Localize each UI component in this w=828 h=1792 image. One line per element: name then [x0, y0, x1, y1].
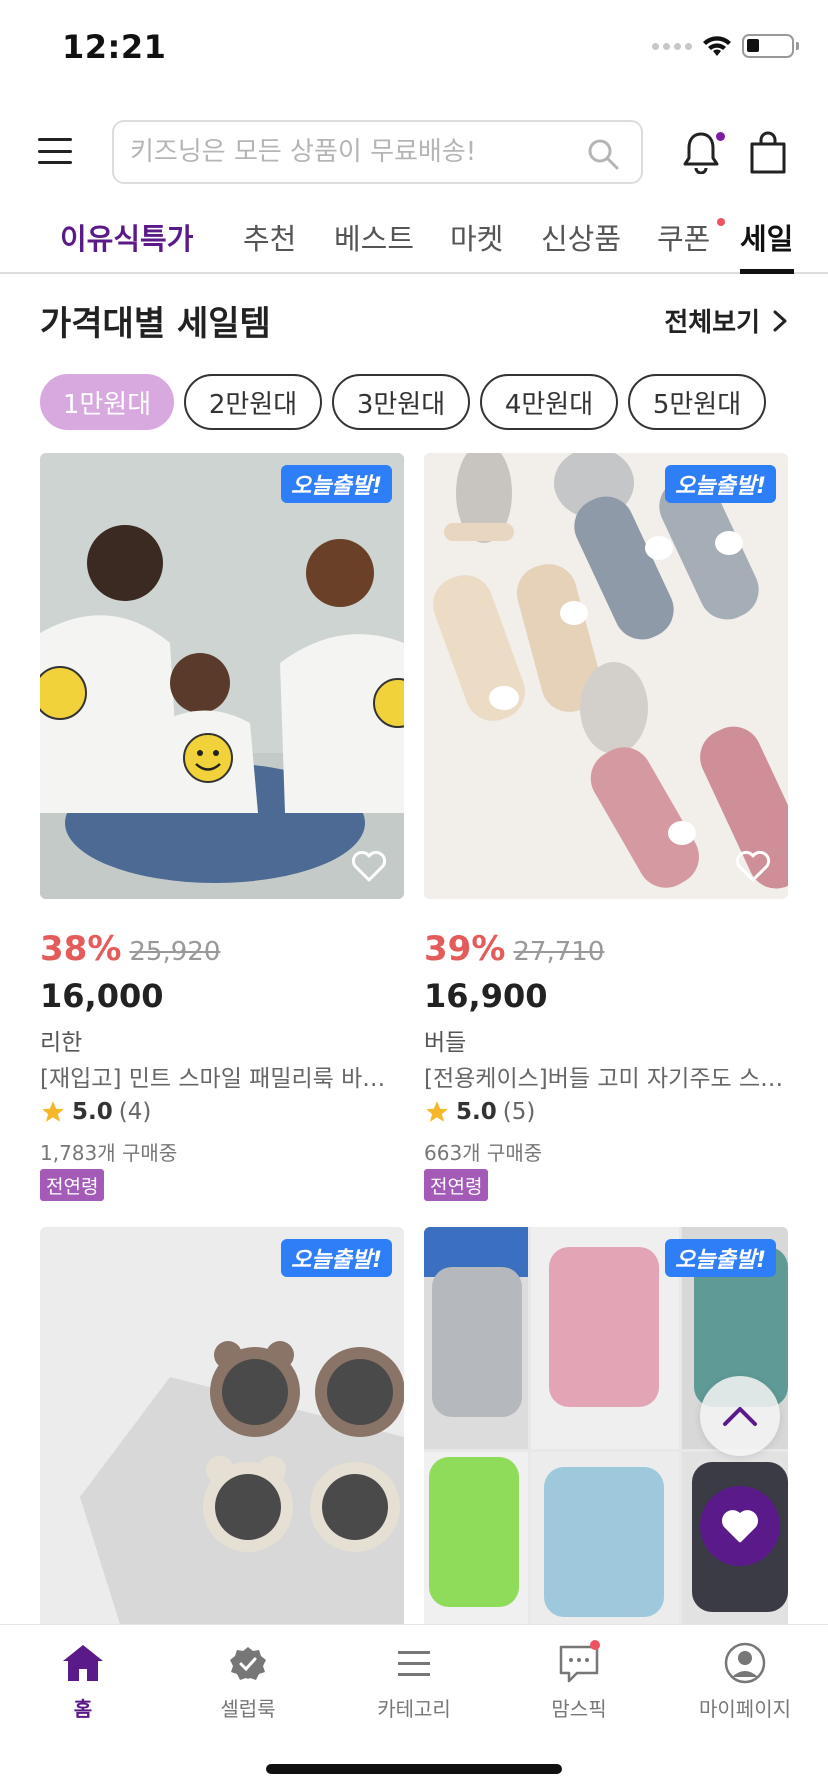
status-icons: [652, 34, 799, 58]
section-title: 가격대별 세일템: [40, 304, 271, 344]
nav-home[interactable]: 홈: [13, 1639, 153, 1722]
tab-coupon[interactable]: 쿠폰: [657, 216, 710, 258]
shopping-bag-icon[interactable]: [748, 130, 788, 174]
nav-my-page[interactable]: 마이페이지: [675, 1639, 815, 1722]
notification-dot: [716, 132, 725, 141]
home-indicator: [266, 1764, 562, 1774]
nav-label: 맘스픽: [551, 1697, 607, 1721]
rating-row: 5.0 (4): [40, 1099, 151, 1125]
baby-spoon-fork-photo: [424, 453, 788, 899]
nav-label: 카테고리: [377, 1697, 451, 1721]
scroll-to-top-button[interactable]: [700, 1376, 780, 1456]
product-name[interactable]: [전용케이스]버들 고미 자기주도 스푼 …: [424, 1059, 788, 1093]
discount-rate: 39%: [424, 929, 506, 969]
star-icon: [42, 1101, 64, 1122]
buyer-count: 663개 구매중: [424, 1141, 543, 1165]
search-icon[interactable]: [587, 138, 619, 170]
original-price: 27,710: [513, 937, 605, 967]
chip-10k-range[interactable]: 1만원대: [40, 374, 174, 430]
product-image[interactable]: 오늘출발!: [40, 453, 404, 899]
review-count: (4): [118, 1099, 152, 1125]
price-discount-row: 38% 25,920: [40, 929, 220, 969]
product-image[interactable]: 오늘출발!: [424, 453, 788, 899]
review-count: (5): [502, 1099, 536, 1125]
cellular-signal-icon: [652, 42, 692, 50]
family-tshirt-photo: [40, 453, 404, 899]
rating-score: 5.0: [456, 1099, 497, 1125]
nav-celeb-look[interactable]: 셀럽룩: [178, 1639, 318, 1722]
view-all-link[interactable]: 전체보기: [664, 302, 788, 339]
tab-baby-food-special[interactable]: 이유식특가: [60, 216, 193, 258]
profile-icon: [724, 1642, 766, 1684]
tab-recommended[interactable]: 추천: [243, 216, 296, 258]
product-image[interactable]: 오늘출발!: [40, 1227, 404, 1624]
list-icon: [398, 1651, 430, 1676]
chat-bubble-icon: [559, 1640, 600, 1683]
brand-name[interactable]: 버들: [424, 1023, 466, 1057]
nav-label: 홈: [73, 1697, 93, 1721]
tab-market[interactable]: 마켓: [450, 216, 503, 258]
wishlist-button[interactable]: [700, 1486, 780, 1566]
sale-price: 16,000: [40, 977, 164, 1015]
header: [0, 118, 828, 186]
price-range-chips: 1만원대 2만원대 3만원대 4만원대 5만원대: [40, 374, 766, 430]
chip-30k-range[interactable]: 3만원대: [332, 374, 470, 430]
heart-filled-icon: [722, 1510, 758, 1543]
buyer-count: 1,783개 구매중: [40, 1141, 178, 1165]
nav-moms-pick[interactable]: 맘스픽: [509, 1639, 649, 1722]
verified-badge-icon: [230, 1647, 266, 1680]
nav-category[interactable]: 카테고리: [344, 1639, 484, 1722]
category-tabs: 이유식특가 추천 베스트 마켓 신상품 쿠폰 세일: [0, 206, 828, 274]
hamburger-menu-icon[interactable]: [38, 138, 72, 164]
search-input[interactable]: [130, 132, 570, 172]
nav-label: 마이페이지: [699, 1697, 791, 1721]
star-icon: [426, 1101, 448, 1122]
same-day-shipping-badge: 오늘출발!: [665, 465, 776, 503]
chip-50k-range[interactable]: 5만원대: [628, 374, 766, 430]
kids-sunglasses-photo: [40, 1227, 404, 1624]
heart-outline-icon[interactable]: [734, 849, 772, 883]
status-bar: 12:21: [0, 0, 828, 100]
same-day-shipping-badge: 오늘출발!: [665, 1239, 776, 1277]
battery-icon: [742, 34, 799, 58]
rating-score: 5.0: [72, 1099, 113, 1125]
age-badge: 전연령: [40, 1169, 105, 1201]
active-tab-indicator: [740, 269, 794, 274]
age-badge: 전연령: [424, 1169, 489, 1201]
view-all-label: 전체보기: [664, 308, 760, 338]
price-discount-row: 39% 27,710: [424, 929, 604, 969]
brand-name[interactable]: 리한: [40, 1023, 82, 1057]
chevron-up-icon: [723, 1407, 757, 1426]
wifi-icon: [703, 36, 731, 56]
chip-20k-range[interactable]: 2만원대: [184, 374, 322, 430]
notification-bell-icon[interactable]: [682, 130, 720, 174]
chip-40k-range[interactable]: 4만원대: [480, 374, 618, 430]
status-time: 12:21: [62, 28, 167, 66]
tab-best[interactable]: 베스트: [334, 216, 414, 258]
product-name[interactable]: [재입고] 민트 스마일 패밀리룩 바캉스 …: [40, 1059, 404, 1093]
rating-row: 5.0 (5): [424, 1099, 535, 1125]
heart-outline-icon[interactable]: [350, 849, 388, 883]
same-day-shipping-badge: 오늘출발!: [281, 465, 392, 503]
search-bar[interactable]: [112, 120, 643, 184]
same-day-shipping-badge: 오늘출발!: [281, 1239, 392, 1277]
discount-rate: 38%: [40, 929, 122, 969]
original-price: 25,920: [129, 937, 221, 967]
chevron-right-icon: [773, 310, 787, 331]
tab-sale[interactable]: 세일: [740, 216, 793, 258]
coupon-new-dot: [717, 218, 725, 226]
nav-label: 셀럽룩: [220, 1697, 276, 1721]
sale-price: 16,900: [424, 977, 548, 1015]
tab-new-arrivals[interactable]: 신상품: [541, 216, 621, 258]
home-icon: [63, 1645, 103, 1681]
